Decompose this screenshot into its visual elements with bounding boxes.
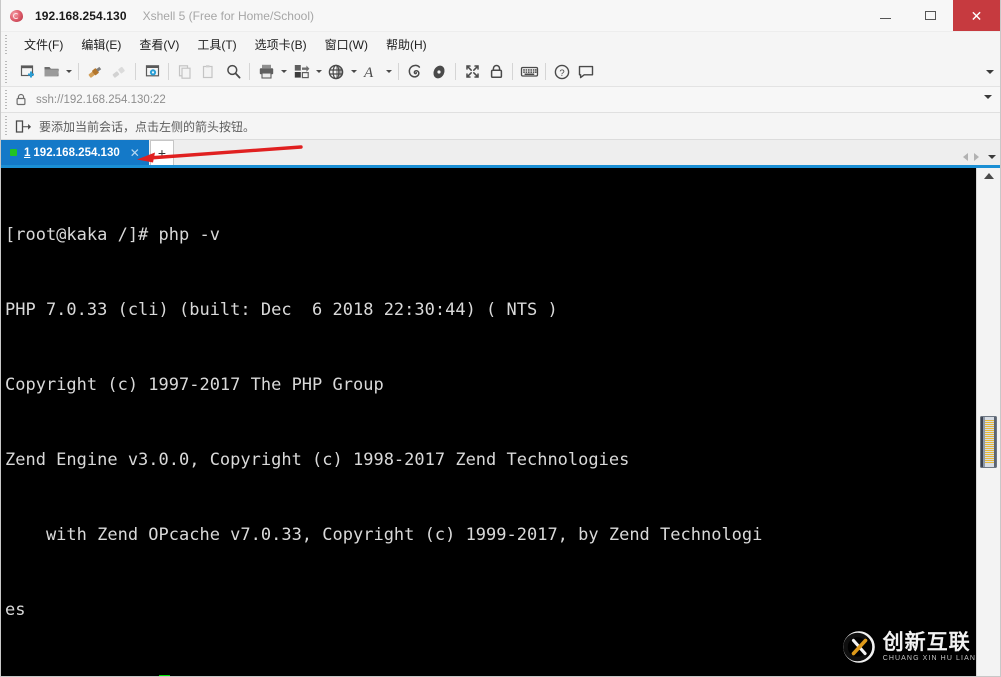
globe-icon[interactable] bbox=[324, 60, 348, 84]
svg-text:A: A bbox=[363, 65, 374, 81]
tab-session-1[interactable]: 1 192.168.254.130 ✕ bbox=[1, 140, 149, 165]
title-bar: 192.168.254.130 Xshell 5 (Free for Home/… bbox=[1, 0, 1000, 32]
terminal-prompt: [root@kaka /]# bbox=[5, 675, 159, 676]
xshell-window: 192.168.254.130 Xshell 5 (Free for Home/… bbox=[0, 0, 1001, 677]
toolbar-separator bbox=[78, 63, 79, 80]
file-transfer-dropdown-icon[interactable] bbox=[313, 60, 324, 84]
scrollbar-thumb[interactable] bbox=[980, 416, 997, 468]
toolbar-separator bbox=[398, 63, 399, 80]
menu-view[interactable]: 查看(V) bbox=[130, 34, 188, 55]
disconnect-icon bbox=[107, 60, 131, 84]
minimize-button[interactable] bbox=[863, 0, 908, 31]
scroll-up-icon[interactable] bbox=[983, 173, 994, 179]
menu-tools[interactable]: 工具(T) bbox=[188, 34, 245, 55]
menu-tabs[interactable]: 选项卡(B) bbox=[246, 34, 316, 55]
connected-dot-icon bbox=[10, 149, 17, 156]
terminal-output[interactable]: [root@kaka /]# php -v PHP 7.0.33 (cli) (… bbox=[1, 168, 976, 676]
terminal-line: Copyright (c) 1997-2017 The PHP Group bbox=[5, 375, 384, 395]
terminal-line: es bbox=[5, 600, 26, 620]
globe-dropdown-icon[interactable] bbox=[348, 60, 359, 84]
xshell-icon bbox=[9, 8, 25, 24]
menu-help[interactable]: 帮助(H) bbox=[377, 34, 436, 55]
find-icon[interactable] bbox=[221, 60, 245, 84]
paste-icon bbox=[197, 60, 221, 84]
address-bar[interactable]: ssh://192.168.254.130:22 bbox=[1, 87, 1000, 113]
font-dropdown-icon[interactable] bbox=[383, 60, 394, 84]
toolbar-separator bbox=[249, 63, 250, 80]
close-button[interactable]: ✕ bbox=[953, 0, 1000, 31]
menu-bar: 文件(F) 编辑(E) 查看(V) 工具(T) 选项卡(B) 窗口(W) 帮助(… bbox=[1, 32, 1000, 57]
terminal-line: with Zend OPcache v7.0.33, Copyright (c)… bbox=[5, 525, 763, 545]
terminal-line: [root@kaka /]# php -v bbox=[5, 225, 220, 245]
new-tab-button[interactable]: + bbox=[150, 140, 174, 165]
help-icon[interactable]: ? bbox=[550, 60, 574, 84]
toolbar: A ? bbox=[1, 57, 1000, 87]
window-controls: ✕ bbox=[863, 0, 1000, 32]
add-session-arrow-icon[interactable] bbox=[15, 119, 31, 134]
terminal-line: Zend Engine v3.0.0, Copyright (c) 1998-2… bbox=[5, 450, 630, 470]
open-folder-icon[interactable] bbox=[39, 60, 63, 84]
tab-list-dropdown-icon[interactable] bbox=[988, 155, 996, 159]
menu-window[interactable]: 窗口(W) bbox=[316, 34, 377, 55]
feedback-icon[interactable] bbox=[574, 60, 598, 84]
keyboard-icon[interactable] bbox=[517, 60, 541, 84]
toolbar-separator bbox=[455, 63, 456, 80]
terminal-prompt-line: [root@kaka /]# bbox=[5, 673, 976, 676]
toolbar-separator bbox=[168, 63, 169, 80]
print-dropdown-icon[interactable] bbox=[278, 60, 289, 84]
copy-icon bbox=[173, 60, 197, 84]
toolbar-separator bbox=[545, 63, 546, 80]
fullscreen-icon[interactable] bbox=[460, 60, 484, 84]
tab-number: 1 bbox=[24, 146, 31, 159]
script-run-icon[interactable] bbox=[403, 60, 427, 84]
terminal-area: [root@kaka /]# php -v PHP 7.0.33 (cli) (… bbox=[1, 168, 1000, 676]
new-session-icon[interactable] bbox=[15, 60, 39, 84]
toolbar-overflow-button[interactable] bbox=[986, 57, 994, 87]
tab-close-icon[interactable]: ✕ bbox=[130, 147, 140, 159]
lock-icon[interactable] bbox=[484, 60, 508, 84]
address-input[interactable]: ssh://192.168.254.130:22 bbox=[36, 94, 166, 106]
menu-edit[interactable]: 编辑(E) bbox=[72, 34, 130, 55]
session-properties-icon[interactable] bbox=[140, 60, 164, 84]
tab-nav-controls bbox=[963, 153, 996, 161]
tab-next-icon[interactable] bbox=[974, 153, 979, 161]
window-title: 192.168.254.130 bbox=[35, 8, 127, 23]
svg-text:?: ? bbox=[559, 68, 564, 79]
toolbar-separator bbox=[135, 63, 136, 80]
tab-bar: 1 192.168.254.130 ✕ + bbox=[1, 140, 1000, 168]
session-notice-bar: 要添加当前会话，点击左侧的箭头按钮。 bbox=[1, 113, 1000, 140]
vertical-scrollbar[interactable] bbox=[976, 168, 1000, 676]
connect-icon[interactable] bbox=[83, 60, 107, 84]
open-folder-dropdown-icon[interactable] bbox=[63, 60, 74, 84]
maximize-button[interactable] bbox=[908, 0, 953, 31]
script-stop-icon[interactable] bbox=[427, 60, 451, 84]
window-subtitle: Xshell 5 (Free for Home/School) bbox=[142, 8, 314, 23]
font-icon[interactable]: A bbox=[359, 60, 383, 84]
block-cursor bbox=[158, 675, 170, 676]
address-dropdown-icon[interactable] bbox=[984, 95, 992, 99]
print-icon[interactable] bbox=[254, 60, 278, 84]
tab-label: 192.168.254.130 bbox=[33, 146, 120, 159]
file-transfer-icon[interactable] bbox=[289, 60, 313, 84]
terminal-line: PHP 7.0.33 (cli) (built: Dec 6 2018 22:3… bbox=[5, 300, 558, 320]
menu-file[interactable]: 文件(F) bbox=[15, 34, 72, 55]
tab-prev-icon[interactable] bbox=[963, 153, 968, 161]
toolbar-separator bbox=[512, 63, 513, 80]
session-notice-text: 要添加当前会话，点击左侧的箭头按钮。 bbox=[39, 119, 256, 134]
lock-icon bbox=[15, 93, 27, 106]
